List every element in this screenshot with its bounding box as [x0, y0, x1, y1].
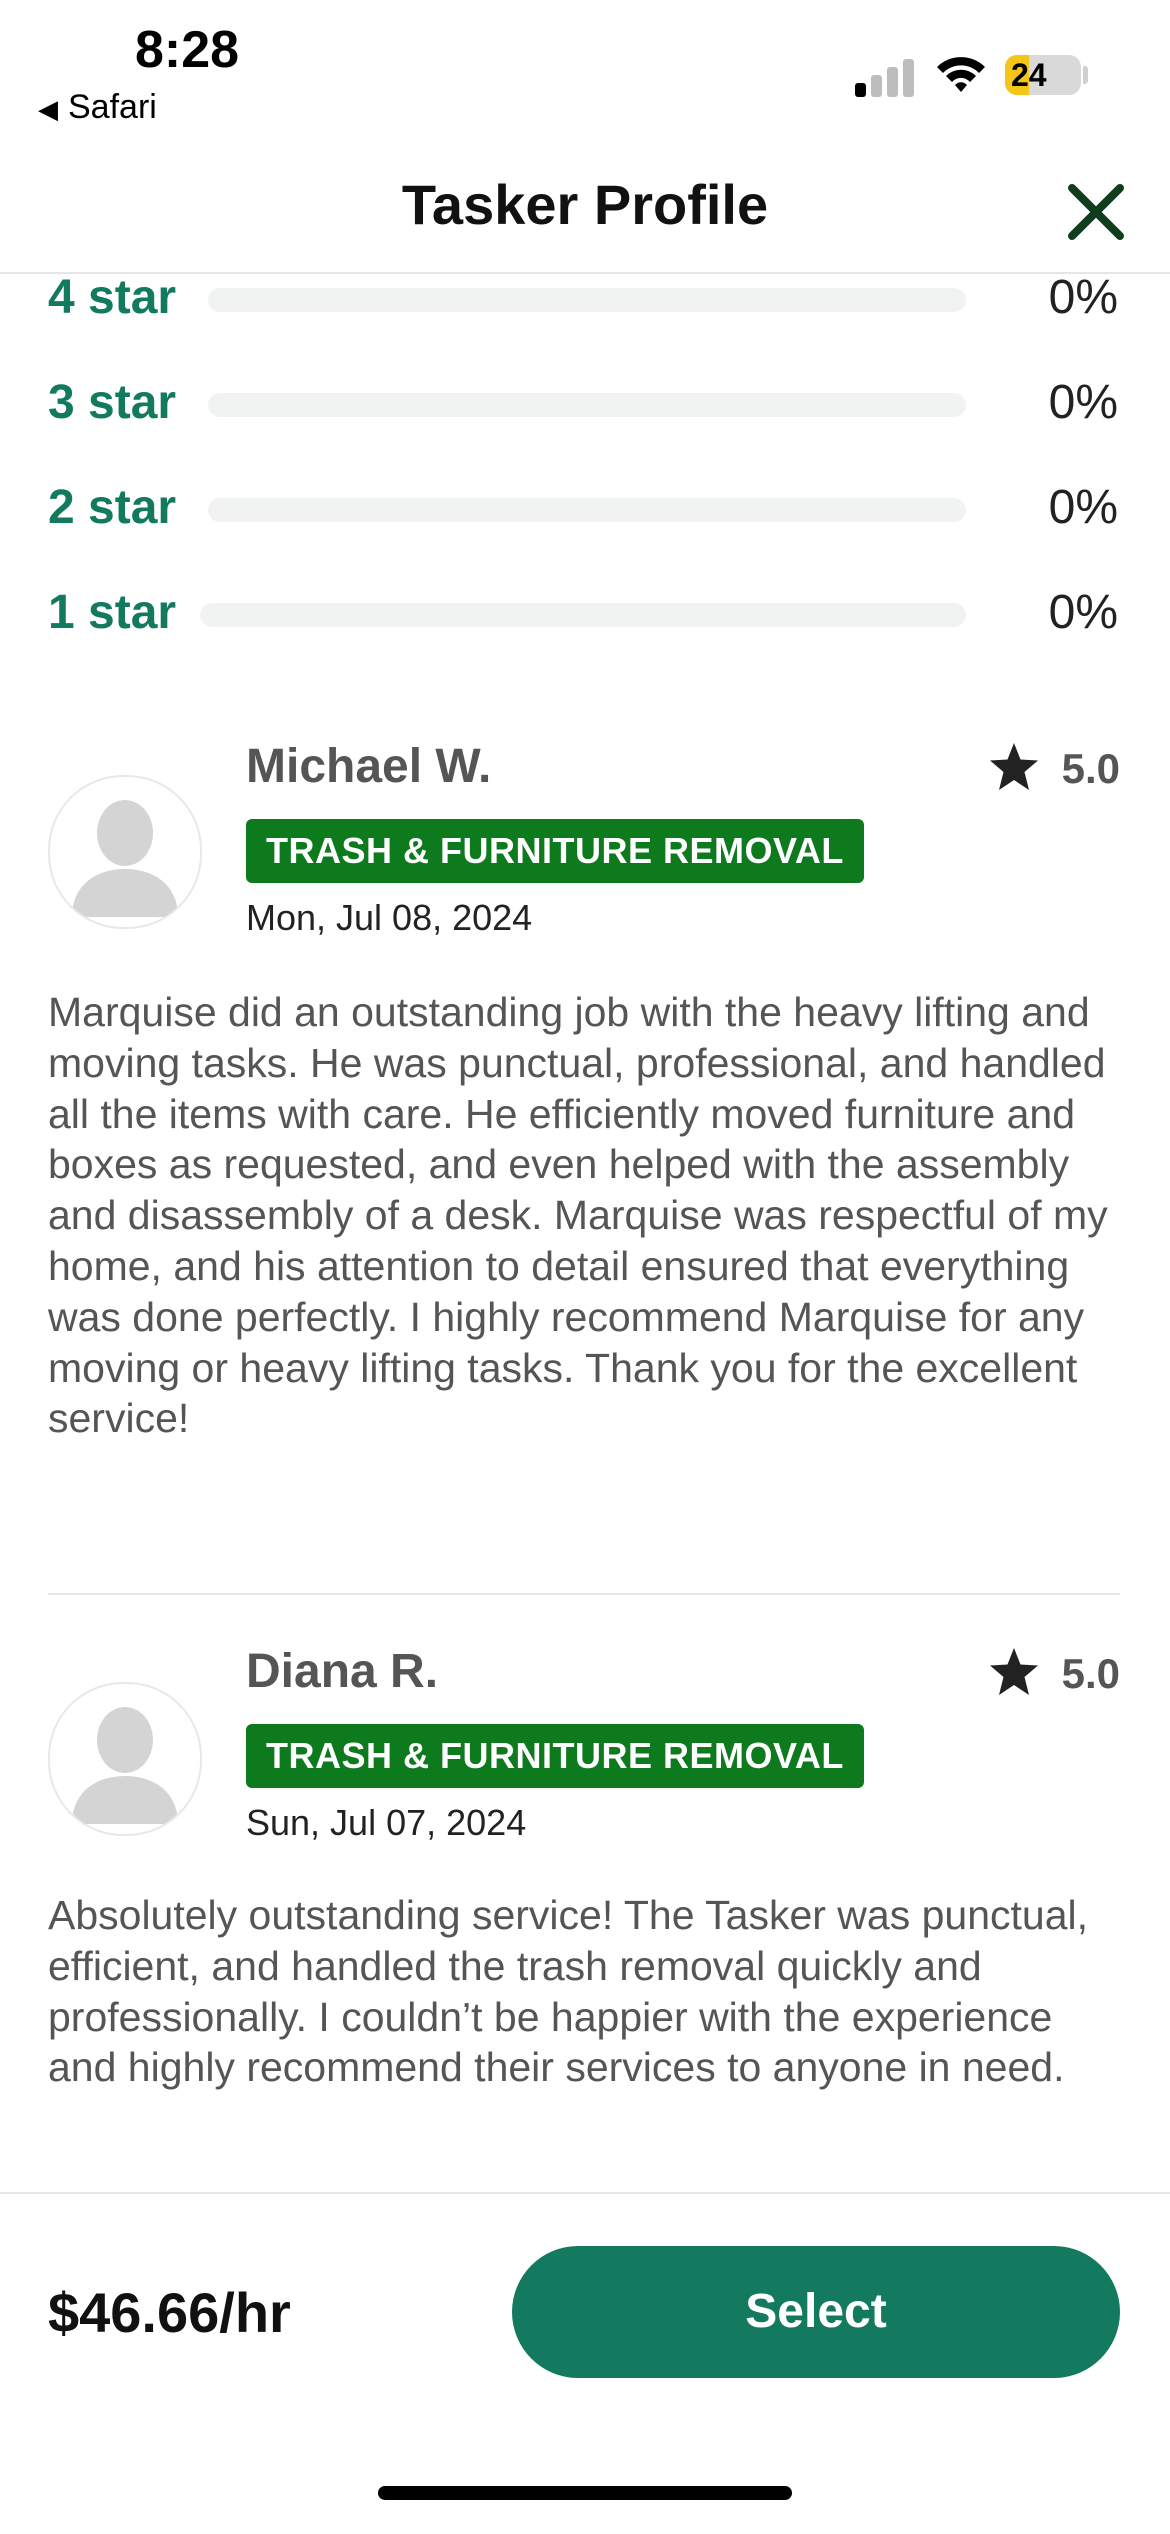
battery-icon: 24: [1005, 55, 1081, 95]
review-rating: 5.0: [988, 741, 1120, 793]
back-app-label: Safari: [68, 88, 157, 126]
review-date: Sun, Jul 07, 2024: [246, 1802, 527, 1843]
rating-label: 2 star: [48, 481, 177, 534]
header: Tasker Profile: [0, 150, 1170, 274]
rating-label: 3 star: [48, 376, 177, 429]
category-badge: TRASH & FURNITURE REMOVAL: [246, 819, 864, 883]
reviewer-name: Michael W.: [246, 740, 492, 793]
bottom-bar: $46.66/hr Select: [0, 2192, 1170, 2534]
review-date: Mon, Jul 08, 2024: [246, 897, 533, 938]
rating-row-2-star: 2 star 0%: [48, 480, 1118, 540]
user-placeholder-icon: [72, 1707, 178, 1824]
review-rating-value: 5.0: [1061, 1650, 1120, 1697]
battery-cap: [1083, 66, 1088, 84]
status-bar: 8:28 ◀ Safari 24: [0, 0, 1170, 150]
rating-label: 1 star: [48, 586, 177, 639]
star-icon: [989, 743, 1038, 790]
rating-row-1-star: 1 star 0%: [48, 585, 1118, 645]
category-badge: TRASH & FURNITURE REMOVAL: [246, 1724, 864, 1788]
rating-row-3-star: 3 star 0%: [48, 375, 1118, 435]
close-icon[interactable]: [1062, 178, 1130, 246]
review-card: Diana R. 5.0 TRASH & FURNITURE REMOVAL S…: [48, 1640, 1120, 2180]
rating-percent: 0%: [1048, 481, 1118, 534]
rating-bar: [200, 603, 966, 627]
select-button[interactable]: Select: [512, 2246, 1120, 2378]
cellular-signal-icon: [855, 55, 915, 97]
user-placeholder-icon: [72, 800, 178, 917]
divider: [48, 1593, 1120, 1595]
review-text: Marquise did an outstanding job with the…: [48, 989, 1108, 1442]
battery-level: 24: [1011, 57, 1047, 93]
rating-percent: 0%: [1048, 271, 1118, 324]
review-rating-value: 5.0: [1061, 745, 1120, 792]
home-indicator[interactable]: [378, 2486, 792, 2500]
page-title: Tasker Profile: [401, 173, 769, 236]
review-rating: 5.0: [988, 1646, 1120, 1698]
hourly-price: $46.66/hr: [48, 2281, 291, 2344]
rating-row-4-star: 4 star 0%: [48, 270, 1118, 330]
rating-bar: [208, 288, 966, 312]
rating-bar: [208, 498, 966, 522]
review-card: Michael W. 5.0 TRASH & FURNITURE REMOVAL…: [48, 735, 1120, 1495]
rating-percent: 0%: [1048, 586, 1118, 639]
review-text: Absolutely outstanding service! The Task…: [48, 1892, 1089, 2091]
back-to-safari[interactable]: ◀ Safari: [38, 88, 157, 127]
rating-bar: [208, 393, 966, 417]
status-time: 8:28: [135, 21, 240, 79]
star-icon: [989, 1648, 1038, 1695]
wifi-icon: [937, 57, 985, 92]
avatar: [48, 775, 202, 929]
reviewer-name: Diana R.: [246, 1645, 439, 1698]
back-triangle-icon: ◀: [38, 94, 58, 124]
rating-label: 4 star: [48, 271, 177, 324]
rating-percent: 0%: [1048, 376, 1118, 429]
avatar: [48, 1682, 202, 1836]
